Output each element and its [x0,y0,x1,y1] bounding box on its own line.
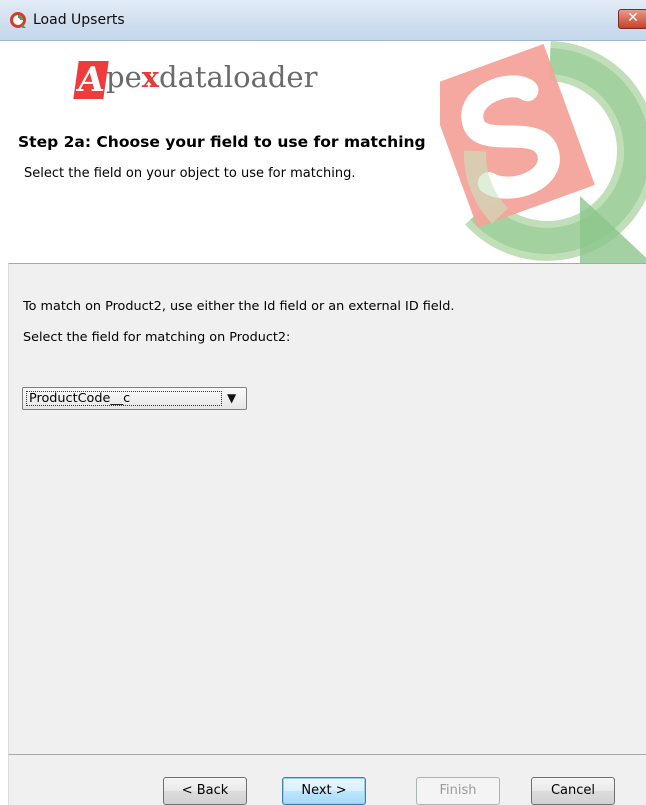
close-icon: ✕ [627,10,639,26]
match-field-value: ProductCode__c [26,391,222,406]
app-icon [10,12,26,28]
dropdown-arrow-icon: ▼ [227,391,237,405]
step-title: Step 2a: Choose your field to use for ma… [18,133,426,151]
logo-mark: A [73,60,109,100]
match-field-label: Select the field for matching on Product… [23,330,291,345]
match-info-text: To match on Product2, use either the Id … [23,299,455,314]
wizard-footer: < Back Next > Finish Cancel [8,754,646,805]
close-button[interactable]: ✕ [618,9,646,29]
cancel-button[interactable]: Cancel [531,777,615,805]
back-button[interactable]: < Back [163,777,247,805]
wizard-content: To match on Product2, use either the Id … [8,263,646,754]
next-button[interactable]: Next > [282,777,366,805]
match-field-select[interactable]: ProductCode__c ▼ [22,387,247,410]
step-subtitle: Select the field on your object to use f… [24,166,356,181]
window-title: Load Upserts [33,12,125,28]
wizard-header: A pexdataloader Step 2a: Choose your fie… [0,41,646,263]
finish-button[interactable]: Finish [416,777,500,805]
title-bar: Load Upserts ✕ [0,0,646,41]
logo-wordmark: pexdataloader [106,60,318,94]
emblem-icon [440,41,646,263]
